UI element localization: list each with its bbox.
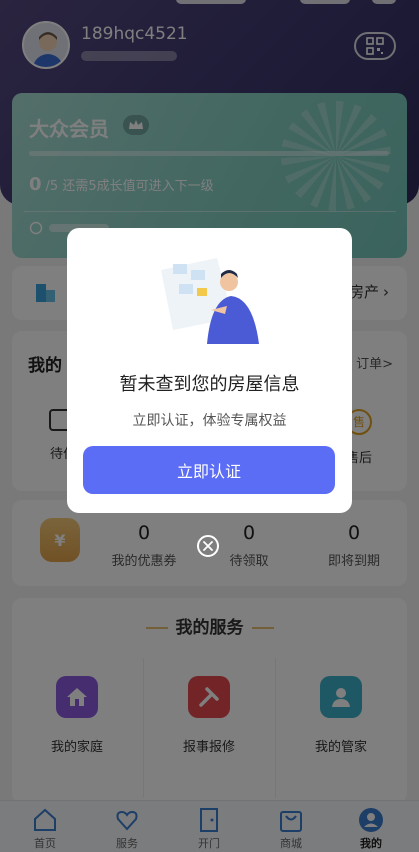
verify-now-button[interactable]: 立即认证 xyxy=(83,446,335,494)
house-verification-dialog: 暂未查到您的房屋信息 立即认证，体验专属权益 立即认证 xyxy=(67,228,352,513)
close-dialog-button[interactable] xyxy=(197,535,219,557)
dialog-title: 暂未查到您的房屋信息 xyxy=(119,374,300,395)
verification-illustration xyxy=(161,258,259,344)
close-icon xyxy=(203,541,213,551)
dialog-description: 立即认证，体验专属权益 xyxy=(132,413,287,429)
